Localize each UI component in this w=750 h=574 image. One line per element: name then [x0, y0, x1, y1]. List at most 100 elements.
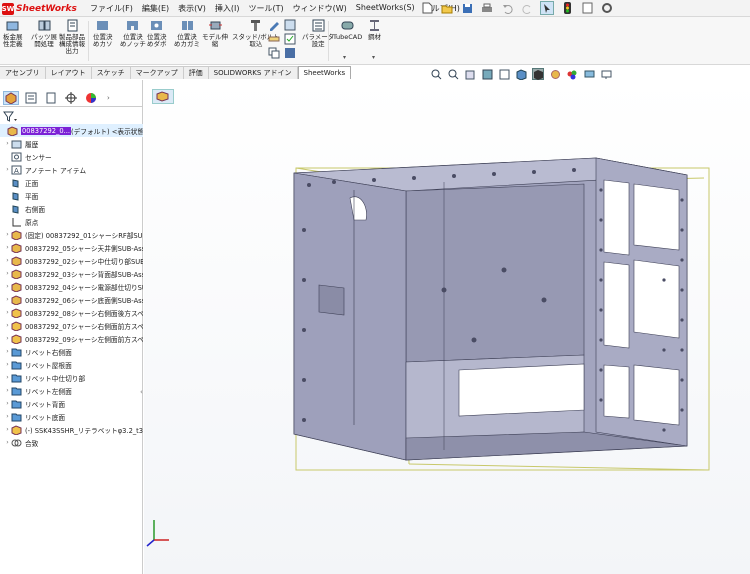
expand-arrow-icon[interactable]: › — [4, 322, 11, 329]
expand-arrow-icon[interactable]: › — [4, 400, 11, 407]
locate-dowel-button[interactable]: 位置決 めダボ — [147, 19, 167, 48]
steel-dropdown-icon[interactable]: ▾ — [372, 54, 375, 61]
graphics-area[interactable] — [144, 80, 750, 574]
expand-arrow-icon[interactable]: › — [4, 361, 11, 368]
tree-item-rivet-folder[interactable]: › リベット屋根面 — [0, 358, 143, 371]
display-manager-tab-icon[interactable] — [83, 91, 99, 105]
tree-item-mates[interactable]: › 合致 — [0, 436, 143, 449]
menu-insert[interactable]: 挿入(I) — [215, 3, 240, 14]
tree-item-subassembly[interactable]: ›00837292_06シャーシ底面側SUB-Assy<1> — [0, 293, 143, 306]
select-arrow-icon[interactable] — [540, 1, 554, 15]
expand-arrow-icon[interactable]: › — [4, 231, 11, 238]
expand-arrow-icon[interactable]: › — [4, 439, 11, 446]
configuration-manager-tab-icon[interactable] — [43, 91, 59, 105]
view-orientation-icon[interactable] — [515, 68, 527, 80]
tubecad-button[interactable]: TubeCAD — [333, 19, 362, 41]
tree-item-spacer[interactable]: ›00837292_09シャーシ左側面前方スペーサ — [0, 332, 143, 345]
funnel-icon[interactable] — [3, 111, 17, 123]
display-style-icon[interactable] — [532, 68, 544, 80]
tree-item-subassembly[interactable]: ›00837292_03シャーシ背面部SUB-Assy<2> — [0, 267, 143, 280]
tree-item-origin[interactable]: 原点 — [0, 215, 143, 228]
tab-sheetworks[interactable]: SheetWorks — [297, 66, 352, 79]
feature-manager-tab-icon[interactable] — [3, 91, 19, 105]
tree-item-subassembly[interactable]: ›00837292_05シャーシ天井側SUB-Assy<1> — [0, 241, 143, 254]
menu-sheetworks[interactable]: SheetWorks(S) — [356, 3, 415, 14]
expand-arrow-icon[interactable]: › — [4, 283, 11, 290]
expand-arrow-icon[interactable]: › — [4, 296, 11, 303]
tree-item-rivet-folder[interactable]: › リベット左側面 — [0, 384, 143, 397]
tree-item-spacer[interactable]: ›00837292_07シャーシ右側面前方スペーサ — [0, 319, 143, 332]
check-icon[interactable] — [284, 33, 296, 45]
dynamic-annotation-icon[interactable] — [498, 68, 510, 80]
expand-arrow-icon[interactable]: › — [4, 413, 11, 420]
hole-table-icon[interactable] — [284, 19, 296, 31]
model-stretch-button[interactable]: モデル伸 縮 — [202, 19, 228, 48]
parts-unfold-button[interactable]: パッツ展 開処理 — [31, 19, 57, 48]
tree-item-subassembly[interactable]: ›00837292_02シャーシ中仕切り部SUB-Assy — [0, 254, 143, 267]
tab-markup[interactable]: マークアップ — [130, 66, 184, 79]
tree-item-rivet-folder[interactable]: › リベット背面 — [0, 397, 143, 410]
menu-file[interactable]: ファイル(F) — [90, 3, 133, 14]
expand-arrow-icon[interactable]: › — [4, 257, 11, 264]
locate-hole-button[interactable]: 位置決 めカソ — [93, 19, 113, 48]
expand-arrow-icon[interactable]: › — [4, 244, 11, 251]
locate-notch-button[interactable]: 位置決 めノッチ — [120, 19, 146, 48]
zoom-area-icon[interactable] — [447, 68, 459, 80]
more-tabs-icon[interactable]: › — [107, 94, 110, 102]
tab-sketch[interactable]: スケッチ — [91, 66, 131, 79]
expand-arrow-icon[interactable]: › — [4, 166, 11, 173]
tubecad-dropdown-icon[interactable]: ▾ — [343, 54, 346, 61]
expand-arrow-icon[interactable]: › — [4, 374, 11, 381]
menu-edit[interactable]: 編集(E) — [142, 3, 169, 14]
expand-arrow-icon[interactable]: › — [4, 426, 11, 433]
copy-icon[interactable] — [268, 47, 280, 59]
tab-assembly[interactable]: アセンブリ — [0, 66, 46, 79]
tree-item-rivet-folder[interactable]: › リベット底面 — [0, 410, 143, 423]
apply-scene-icon[interactable] — [583, 68, 595, 80]
previous-view-icon[interactable] — [464, 68, 476, 80]
property-manager-tab-icon[interactable] — [23, 91, 39, 105]
parameter-settings-button[interactable]: パラメータ 設定 — [302, 19, 334, 48]
menu-tools[interactable]: ツール(T) — [248, 3, 283, 14]
tree-item-annotations[interactable]: › A アノテート アイテム — [0, 163, 143, 176]
bom-output-button[interactable]: 製品部品 構成情報 出力 — [59, 19, 85, 55]
save-icon[interactable] — [460, 1, 474, 15]
save-settings-icon[interactable] — [284, 47, 296, 59]
sketch-edit-icon[interactable] — [268, 19, 280, 31]
expand-arrow-icon[interactable]: › — [4, 335, 11, 342]
menu-window[interactable]: ウィンドウ(W) — [293, 3, 347, 14]
print-icon[interactable] — [480, 1, 494, 15]
section-view-icon[interactable] — [481, 68, 493, 80]
measure-icon[interactable] — [268, 33, 280, 45]
expand-arrow-icon[interactable]: › — [4, 348, 11, 355]
tree-item-top-plane[interactable]: 平面 — [0, 189, 143, 202]
tree-item-sensors[interactable]: センサー — [0, 150, 143, 163]
expand-arrow-icon[interactable]: › — [4, 309, 11, 316]
traffic-light-icon[interactable] — [560, 1, 574, 15]
sheetmetal-define-button[interactable]: 板金展 性定義 — [3, 19, 23, 48]
tree-item-front-plane[interactable]: 正面 — [0, 176, 143, 189]
open-folder-icon[interactable] — [440, 1, 454, 15]
new-file-icon[interactable] — [420, 1, 434, 15]
undo-icon[interactable] — [500, 1, 514, 15]
options-gear-icon[interactable] — [600, 1, 614, 15]
tree-root-assembly[interactable]: 00837292_0... (デフォルト) <表示状態-1> — [0, 124, 143, 137]
tab-evaluate[interactable]: 評価 — [183, 66, 209, 79]
tree-item-spacer[interactable]: ›00837292_08シャーシ右側面後方スペーサ — [0, 306, 143, 319]
view-settings-icon[interactable] — [600, 68, 612, 80]
menu-view[interactable]: 表示(V) — [178, 3, 206, 14]
edit-appearance-icon[interactable] — [566, 68, 578, 80]
hide-show-items-icon[interactable] — [549, 68, 561, 80]
expand-arrow-icon[interactable]: › — [4, 270, 11, 277]
tree-item-right-plane[interactable]: 右側面 — [0, 202, 143, 215]
tab-layout[interactable]: レイアウト — [45, 66, 92, 79]
tab-addins[interactable]: SOLIDWORKS アドイン — [208, 66, 298, 79]
tree-item-subassembly[interactable]: ›00837292_04シャーシ電源部仕切りSUB-Assy — [0, 280, 143, 293]
dimxpert-tab-icon[interactable] — [63, 91, 79, 105]
tree-item-subassembly[interactable]: ›(固定) 00837292_01シャーシRF部SUB-Assy — [0, 228, 143, 241]
locate-mirror-button[interactable]: 位置決 めカガミ — [174, 19, 200, 48]
tree-item-rivet-folder[interactable]: › リベット右側面 — [0, 345, 143, 358]
steel-material-button[interactable]: 鋼材 — [368, 19, 381, 41]
expand-arrow-icon[interactable]: › — [4, 387, 11, 394]
expand-arrow-icon[interactable]: › — [4, 140, 11, 147]
